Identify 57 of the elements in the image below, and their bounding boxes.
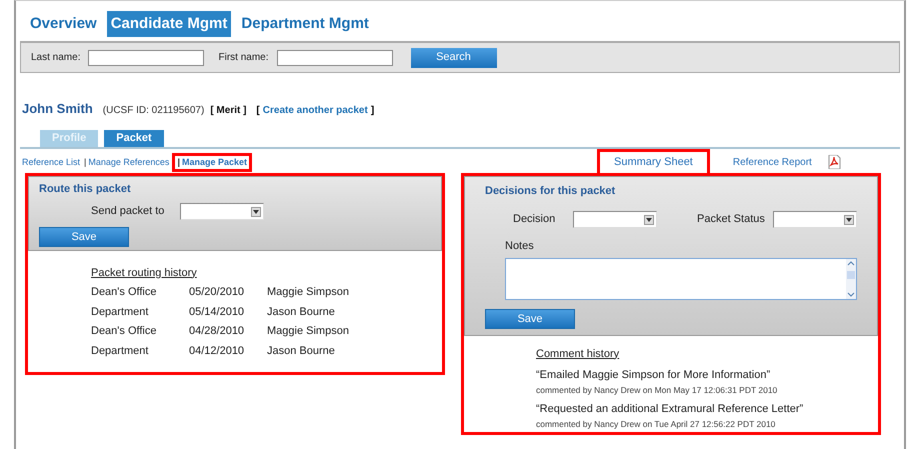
save-button[interactable]: Save [485,308,575,329]
decision-select[interactable] [573,211,657,228]
history-title: Comment history [536,346,620,362]
sub-tab[interactable]: Packet [104,130,164,146]
history-title: Packet routing history [91,266,198,280]
field-label: First name: [218,51,268,65]
comment-meta: commented by Nancy Drew on Tue April 27 12:56:22 PDT 2010 [536,418,776,430]
status-label: Packet Status [697,212,765,228]
comment-text: “Requested an additional Extramural Reference Letter” [536,402,804,418]
field-label: Last name: [31,51,80,65]
save-button[interactable]: Save [39,227,129,248]
history-cell-text: Dean's Office [91,324,158,339]
separator: | [177,156,180,169]
history-cell-text: 05/20/2010 [189,285,246,300]
history-cell-text: 04/12/2010 [189,344,246,358]
packet-type: [ Merit ] [210,104,246,118]
nav-tab[interactable]: Candidate Mgmt [106,11,232,37]
comment-meta: commented by Nancy Drew on Mon May 17 12:06:31 PDT 2010 [536,384,778,396]
search-button[interactable]: Search [410,48,496,68]
pdf-icon [828,155,841,169]
history-cell-text: 04/28/2010 [189,324,246,339]
link[interactable]: Manage Packet [182,156,247,170]
history-cell-text: 05/14/2010 [189,304,246,320]
notes-label: Notes [504,239,535,254]
link[interactable]: Reference List [22,156,80,170]
comment-text: “Emailed Maggie Simpson for More Information” [536,368,772,383]
separator: | [84,156,86,169]
nav-tab[interactable]: Department Mgmt [237,11,373,37]
nav-tab[interactable]: Overview [26,11,101,37]
last-name-field[interactable] [88,50,204,66]
send-packet-select[interactable] [180,203,264,220]
notes-field[interactable] [505,258,857,300]
history-cell-text: Jason Bourne [267,344,335,358]
panel-title: Route this packet [39,182,132,196]
dropdown-arrow-icon [251,206,262,216]
packet-status-select[interactable] [772,211,857,228]
history-cell-text: Dean's Office [91,285,158,300]
dropdown-arrow-icon [644,214,654,224]
link[interactable]: Manage References [88,156,170,170]
link[interactable]: Summary Sheet [600,152,707,173]
decision-label: Decision [513,212,556,228]
bracket: [ [256,104,260,118]
history-cell-text: Department [91,304,150,320]
candidate-name: John Smith [22,100,93,118]
panel-title: Decisions for this packet [485,184,616,198]
history-cell-text: Maggie Simpson [267,324,349,339]
dropdown-arrow-icon [844,214,854,224]
history-cell-text: Maggie Simpson [267,285,349,300]
candidate-id: (UCSF ID: 021195607) [102,104,204,118]
link[interactable]: Reference Report [718,155,826,170]
history-cell-text: Department [91,344,150,358]
scrollbar-icon [846,258,856,298]
send-label: Send packet to [91,204,164,220]
first-name-field[interactable] [276,50,392,66]
history-cell-text: Jason Bourne [267,304,335,320]
bracket: ] [370,104,374,118]
create-packet-link[interactable]: Create another packet [262,103,368,118]
